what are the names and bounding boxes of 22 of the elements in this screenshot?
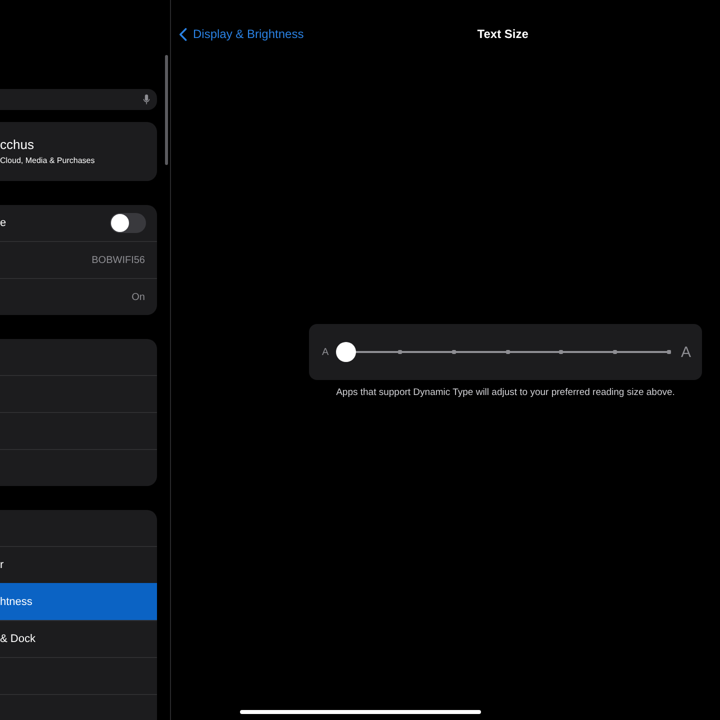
chevron-left-icon bbox=[179, 28, 187, 40]
slider-thumb[interactable] bbox=[336, 342, 356, 362]
toggle-switch[interactable] bbox=[110, 213, 146, 233]
caption-text: Apps that support Dynamic Type will adjust to your preferred reading size above. bbox=[335, 387, 676, 399]
account-card[interactable]: cchus Cloud, Media & Purchases bbox=[0, 122, 157, 181]
sidebar-item[interactable]: e bbox=[0, 205, 157, 241]
sidebar-item[interactable]: BOBWIFI56 bbox=[0, 241, 157, 278]
item-label: e bbox=[0, 217, 6, 229]
search-field[interactable] bbox=[0, 89, 157, 110]
item-value: BOBWIFI56 bbox=[92, 254, 145, 266]
item-value: On bbox=[132, 292, 145, 302]
microphone-icon[interactable] bbox=[143, 94, 150, 105]
scrollbar[interactable] bbox=[165, 55, 168, 165]
small-text-label: A bbox=[322, 346, 329, 358]
back-button[interactable]: Display & Brightness bbox=[179, 27, 304, 41]
sidebar-item[interactable]: htness bbox=[0, 583, 157, 620]
large-text-label: A bbox=[681, 344, 692, 360]
account-name: cchus bbox=[0, 137, 35, 153]
sidebar-item[interactable]: & Dock bbox=[0, 620, 157, 657]
sidebar-item[interactable]: On bbox=[0, 278, 157, 315]
page-title: Text Size bbox=[477, 27, 528, 41]
account-subtitle: Cloud, Media & Purchases bbox=[0, 156, 96, 166]
